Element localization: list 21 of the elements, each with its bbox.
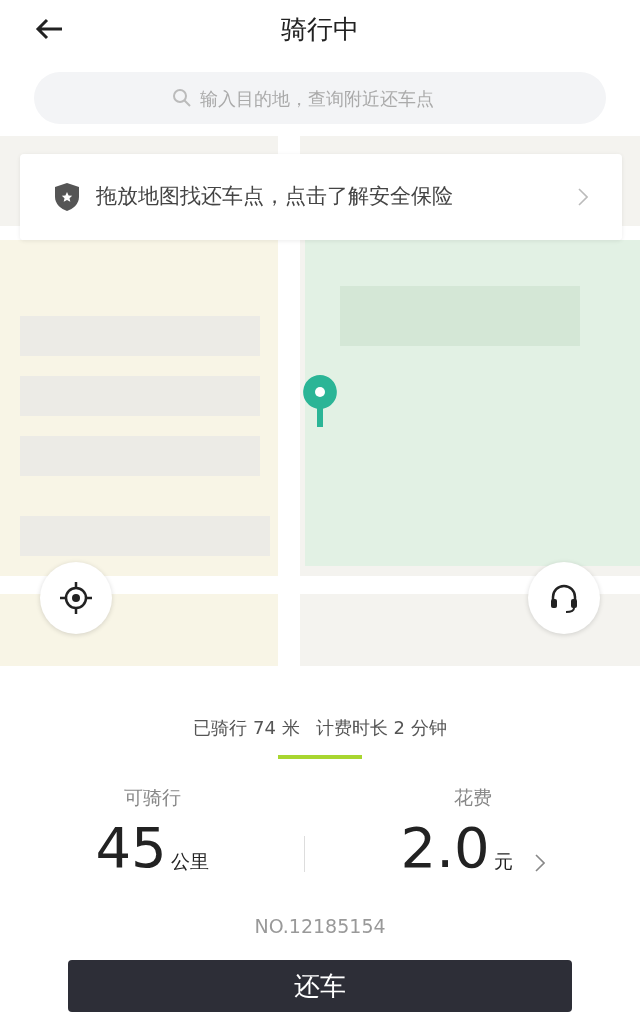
duration-text: 计费时长 2 分钟 bbox=[315, 716, 447, 740]
bike-number: NO.12185154 bbox=[254, 914, 386, 937]
back-arrow-icon bbox=[34, 16, 64, 41]
stat-unit: 元 bbox=[493, 849, 513, 874]
stat-label: 花费 bbox=[452, 785, 493, 810]
search-field[interactable]: 输入目的地，查询附近还车点 bbox=[34, 72, 606, 124]
headset-icon bbox=[548, 582, 580, 614]
chevron-right-icon[interactable] bbox=[534, 853, 545, 872]
shield-icon bbox=[54, 182, 80, 212]
return-bike-button[interactable]: 还车 bbox=[68, 960, 572, 1012]
location-pin-icon bbox=[302, 374, 338, 428]
page-title: 骑行中 bbox=[281, 14, 359, 46]
stat-value: 45 bbox=[95, 819, 167, 876]
crosshair-icon bbox=[59, 581, 93, 615]
stat-unit: 公里 bbox=[170, 849, 209, 874]
stat-label: 可骑行 bbox=[122, 785, 182, 810]
notice-text: 拖放地图找还车点，点击了解安全保险 bbox=[96, 183, 454, 211]
safety-notice-banner[interactable]: 拖放地图找还车点，点击了解安全保险 bbox=[20, 154, 622, 240]
stat-value: 2.0 bbox=[400, 819, 490, 876]
distance-text: 已骑行 74 米 bbox=[193, 716, 300, 740]
chevron-right-icon bbox=[578, 188, 588, 206]
